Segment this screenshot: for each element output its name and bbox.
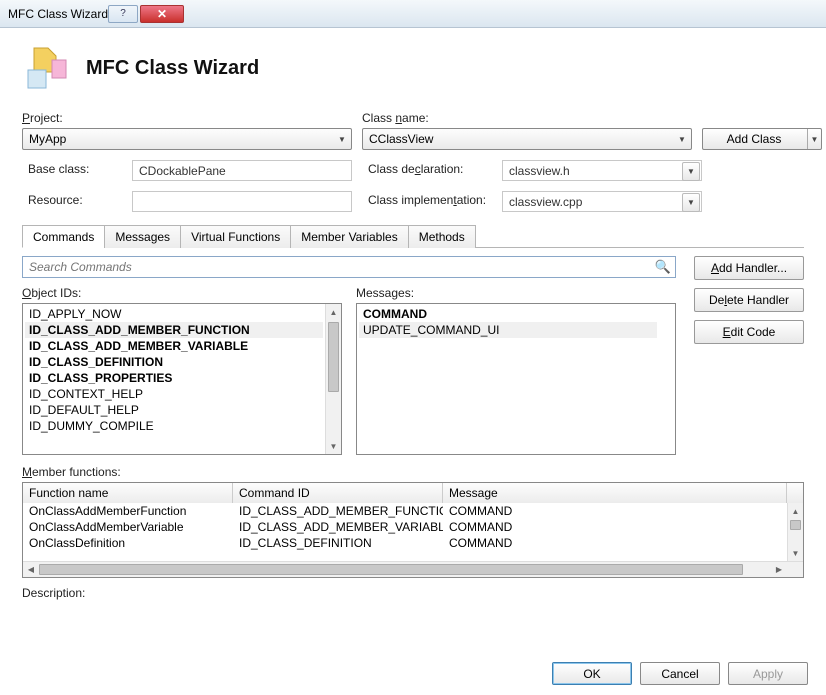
list-item[interactable]: ID_CLASS_DEFINITION — [25, 354, 323, 370]
cancel-button[interactable]: Cancel — [640, 662, 720, 685]
table-cell: COMMAND — [443, 519, 787, 535]
table-cell: COMMAND — [443, 535, 787, 551]
list-item[interactable]: COMMAND — [359, 306, 657, 322]
scroll-down-icon[interactable]: ▼ — [326, 438, 341, 454]
project-combo[interactable]: MyApp ▼ — [22, 128, 352, 150]
help-button[interactable]: ? — [108, 5, 138, 23]
table-row[interactable]: OnClassAddMemberVariableID_CLASS_ADD_MEM… — [23, 519, 787, 535]
wizard-icon — [22, 42, 72, 95]
horizontal-scrollbar[interactable]: ◀ ▶ — [23, 561, 803, 577]
add-class-label: Add Class — [727, 132, 782, 146]
tab-member-variables[interactable]: Member Variables — [290, 225, 408, 248]
list-item[interactable]: ID_APPLY_NOW — [25, 306, 323, 322]
th-command-id[interactable]: Command ID — [233, 483, 443, 503]
tab-virtual-functions[interactable]: Virtual Functions — [180, 225, 291, 248]
th-scroll-spacer — [787, 483, 803, 503]
scroll-left-icon[interactable]: ◀ — [23, 562, 39, 577]
base-class-label: Base class: — [22, 162, 122, 176]
classname-value: CClassView — [369, 132, 433, 146]
classname-combo[interactable]: CClassView ▼ — [362, 128, 692, 150]
th-function-name[interactable]: Function name — [23, 483, 233, 503]
member-functions-section: Member functions: Function name Command … — [22, 465, 804, 578]
table-cell: ID_CLASS_ADD_MEMBER_FUNCTION — [233, 503, 443, 519]
apply-button[interactable]: Apply — [728, 662, 808, 685]
window-controls: ? ✕ — [108, 5, 184, 23]
scroll-up-icon[interactable]: ▲ — [326, 304, 341, 320]
page-title: MFC Class Wizard — [86, 57, 259, 80]
list-item[interactable]: ID_DEFAULT_HELP — [25, 402, 323, 418]
description-label: Description: — [22, 586, 804, 600]
th-message[interactable]: Message — [443, 483, 787, 503]
project-label: Project: — [22, 111, 352, 125]
list-item[interactable]: ID_CONTEXT_HELP — [25, 386, 323, 402]
chevron-down-icon: ▼ — [682, 193, 700, 212]
tab-commands[interactable]: Commands — [22, 225, 105, 248]
base-class-field: CDockablePane — [132, 160, 352, 181]
chevron-down-icon: ▼ — [333, 129, 351, 149]
tab-messages[interactable]: Messages — [104, 225, 181, 248]
scroll-right-icon[interactable]: ▶ — [771, 562, 787, 577]
header: MFC Class Wizard — [0, 28, 826, 105]
table-cell: ID_CLASS_ADD_MEMBER_VARIABLE — [233, 519, 443, 535]
form-area: Project: MyApp ▼ Class name: CClassView … — [0, 105, 826, 212]
footer: OK Cancel Apply — [552, 662, 808, 685]
window-title: MFC Class Wizard — [8, 7, 108, 21]
search-icon[interactable]: 🔍 — [655, 259, 671, 275]
object-ids-label: Object IDs: — [22, 286, 342, 300]
list-item[interactable]: ID_DUMMY_COMPILE — [25, 418, 323, 434]
table-cell: OnClassDefinition — [23, 535, 233, 551]
table-cell: OnClassAddMemberVariable — [23, 519, 233, 535]
decl-combo[interactable]: classview.h ▼ — [502, 160, 702, 181]
add-handler-button[interactable]: Add Handler... — [694, 256, 804, 280]
ok-button[interactable]: OK — [552, 662, 632, 685]
delete-handler-button[interactable]: Delete Handler — [694, 288, 804, 312]
scroll-thumb[interactable] — [328, 322, 339, 392]
chevron-down-icon: ▼ — [682, 162, 700, 181]
list-item[interactable]: ID_CLASS_PROPERTIES — [25, 370, 323, 386]
object-ids-listbox[interactable]: ID_APPLY_NOWID_CLASS_ADD_MEMBER_FUNCTION… — [22, 303, 342, 455]
decl-label: Class declaration: — [362, 162, 492, 176]
member-functions-label: Member functions: — [22, 465, 804, 479]
table-row[interactable]: OnClassDefinitionID_CLASS_DEFINITIONCOMM… — [23, 535, 787, 551]
messages-label: Messages: — [356, 286, 676, 300]
edit-code-button[interactable]: Edit Code — [694, 320, 804, 344]
table-row[interactable]: OnClassAddMemberFunctionID_CLASS_ADD_MEM… — [23, 503, 787, 519]
titlebar: MFC Class Wizard ? ✕ — [0, 0, 826, 28]
list-item[interactable]: ID_CLASS_ADD_MEMBER_VARIABLE — [25, 338, 323, 354]
scroll-thumb[interactable] — [790, 520, 801, 530]
list-item[interactable]: ID_CLASS_ADD_MEMBER_FUNCTION — [25, 322, 323, 338]
scrollbar[interactable]: ▲ ▼ — [325, 304, 341, 454]
table-cell: ID_CLASS_DEFINITION — [233, 535, 443, 551]
scroll-up-icon[interactable]: ▲ — [788, 503, 803, 519]
member-functions-table: Function name Command ID Message OnClass… — [22, 482, 804, 578]
resource-label: Resource: — [22, 193, 122, 207]
impl-label: Class implementation: — [362, 193, 492, 207]
scroll-thumb[interactable] — [39, 564, 743, 575]
chevron-down-icon[interactable]: ▼ — [807, 129, 821, 149]
add-class-button[interactable]: Add Class ▼ — [702, 128, 822, 150]
side-buttons: Add Handler... Delete Handler Edit Code — [694, 256, 804, 344]
resource-field — [132, 191, 352, 212]
table-cell: COMMAND — [443, 503, 787, 519]
spacer — [702, 111, 822, 125]
table-header: Function name Command ID Message — [23, 483, 803, 503]
chevron-down-icon: ▼ — [673, 129, 691, 149]
table-cell: OnClassAddMemberFunction — [23, 503, 233, 519]
close-button[interactable]: ✕ — [140, 5, 184, 23]
dialog-content: MFC Class Wizard Project: MyApp ▼ Class … — [0, 28, 826, 600]
tabstrip: Commands Messages Virtual Functions Memb… — [22, 224, 804, 248]
messages-listbox[interactable]: COMMANDUPDATE_COMMAND_UI — [356, 303, 676, 455]
tab-body: 🔍 Object IDs: ID_APPLY_NOWID_CLASS_ADD_M… — [22, 256, 804, 600]
classname-label: Class name: — [362, 111, 692, 125]
scrollbar[interactable]: ▲ ▼ — [787, 503, 803, 561]
tab-methods[interactable]: Methods — [408, 225, 476, 248]
project-value: MyApp — [29, 132, 66, 146]
impl-combo[interactable]: classview.cpp ▼ — [502, 191, 702, 212]
search-input[interactable] — [22, 256, 676, 278]
list-item[interactable]: UPDATE_COMMAND_UI — [359, 322, 657, 338]
scroll-down-icon[interactable]: ▼ — [788, 545, 803, 561]
